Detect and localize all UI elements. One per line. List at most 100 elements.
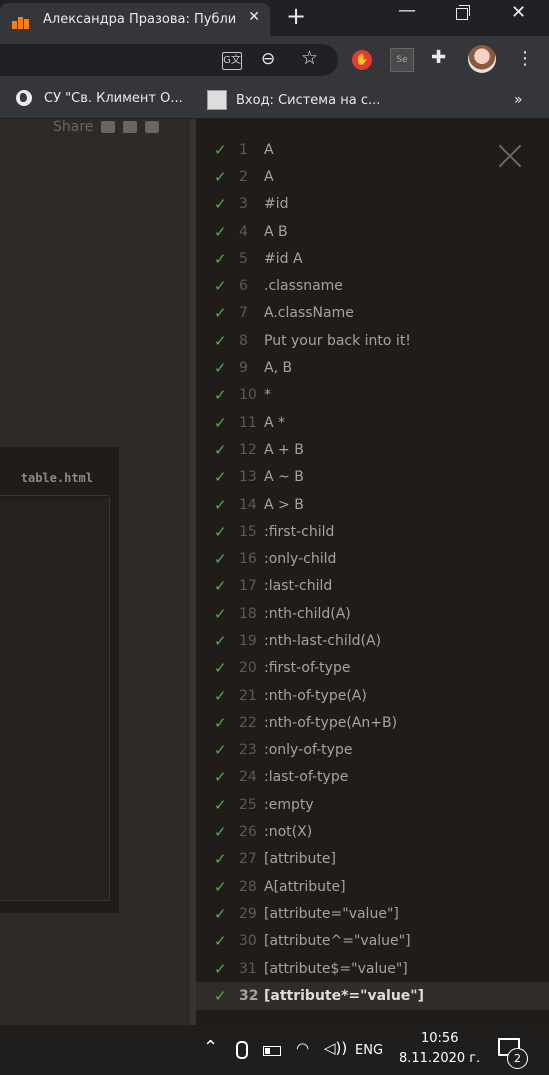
- level-item[interactable]: ✓ 17:last-child: [196, 573, 549, 600]
- editor-filename: table.html: [20, 471, 93, 485]
- level-item[interactable]: ✓ 9 A, B: [196, 354, 549, 381]
- level-item[interactable]: ✓ 3 #id: [196, 191, 549, 218]
- address-bar[interactable]: G文 ⊖ ☆: [0, 44, 338, 76]
- html-viewer: table.html: [0, 447, 119, 913]
- level-number: 16: [239, 551, 257, 568]
- minimize-button[interactable]: —: [398, 0, 416, 21]
- browser-tab[interactable]: Александра Празова: Публи ✕: [0, 3, 270, 36]
- level-item[interactable]: ✓ 20:first-of-type: [196, 655, 549, 682]
- level-number: 20: [239, 660, 257, 677]
- level-item[interactable]: ✓ 5 #id A: [196, 245, 549, 272]
- level-number: 11: [239, 414, 257, 431]
- level-item[interactable]: ✓ 7 A.className: [196, 300, 549, 327]
- level-selector: Put your back into it!: [264, 332, 411, 349]
- bookmarks-bar: СУ "Св. Климент О... Вход: Система на с.…: [0, 84, 549, 119]
- clock-date[interactable]: 8.11.2020 г.: [399, 1051, 480, 1066]
- checkmark-icon: ✓: [214, 659, 227, 678]
- level-item[interactable]: ✓ 30 [attribute^="value"]: [196, 928, 549, 955]
- checkmark-icon: ✓: [214, 522, 227, 541]
- level-item[interactable]: ✓ 29 [attribute="value"]: [196, 900, 549, 927]
- level-item[interactable]: ✓ 23:only-of-type: [196, 737, 549, 764]
- browser-toolbar: G文 ⊖ ☆ ✋ Se ✚ ⋮: [0, 36, 549, 84]
- microphone-icon[interactable]: [236, 1041, 248, 1059]
- battery-icon[interactable]: [263, 1046, 281, 1056]
- level-selector: :not(X): [264, 824, 313, 841]
- level-item[interactable]: ✓ 4 A B: [196, 218, 549, 245]
- close-tab-icon[interactable]: ✕: [248, 9, 260, 25]
- level-number: 13: [239, 469, 257, 486]
- level-item[interactable]: ✓ 15:first-child: [196, 518, 549, 545]
- level-item[interactable]: ✓ 31 [attribute$="value"]: [196, 955, 549, 982]
- editor-header: table.html: [0, 457, 109, 496]
- level-item[interactable]: ✓ 16:only-child: [196, 545, 549, 572]
- level-item[interactable]: ✓ 24:last-of-type: [196, 764, 549, 791]
- level-selector: :nth-of-type(An+B): [264, 714, 398, 731]
- level-item[interactable]: ✓ 26:not(X): [196, 818, 549, 845]
- level-number: 8: [239, 332, 248, 349]
- level-item[interactable]: ✓ 25:empty: [196, 791, 549, 818]
- speaker-icon[interactable]: ◁)): [324, 1039, 347, 1057]
- level-selector: :nth-child(A): [264, 605, 351, 622]
- level-item[interactable]: ✓ 10 *: [196, 382, 549, 409]
- more-bookmarks-icon[interactable]: »: [514, 92, 523, 108]
- level-selector: A: [264, 168, 274, 185]
- level-item[interactable]: ✓ 8 Put your back into it!: [196, 327, 549, 354]
- level-item[interactable]: ✓ 13 A ~ B: [196, 464, 549, 491]
- maximize-button[interactable]: [456, 5, 470, 20]
- browser-menu-icon[interactable]: ⋮: [516, 48, 534, 69]
- level-selector: A[attribute]: [264, 878, 346, 895]
- level-item[interactable]: ✓ 27 [attribute]: [196, 846, 549, 873]
- level-number: 6: [239, 278, 248, 295]
- zoom-icon[interactable]: ⊖: [261, 49, 275, 69]
- checkmark-icon: ✓: [214, 904, 227, 923]
- level-number: 24: [239, 769, 257, 786]
- level-item-current[interactable]: ✓ 32 [attribute*="value"]: [196, 982, 549, 1010]
- level-item[interactable]: ✓ 28 A[attribute]: [196, 873, 549, 900]
- level-number: 3: [239, 196, 248, 213]
- profile-avatar[interactable]: [468, 45, 496, 73]
- notification-count-badge: 2: [507, 1048, 528, 1069]
- facebook-icon[interactable]: [123, 121, 138, 133]
- checkmark-icon: ✓: [214, 413, 227, 432]
- checkmark-icon: ✓: [214, 249, 227, 268]
- level-item[interactable]: ✓ 2 A: [196, 163, 549, 190]
- clock-time[interactable]: 10:56: [421, 1031, 458, 1046]
- email-icon[interactable]: [101, 121, 116, 133]
- checkmark-icon: ✓: [214, 495, 227, 514]
- level-number: 9: [239, 360, 248, 377]
- checkmark-icon: ✓: [214, 550, 227, 569]
- level-item[interactable]: ✓ 1 A: [196, 136, 549, 163]
- level-number: 30: [239, 933, 257, 950]
- checkmark-icon: ✓: [214, 795, 227, 814]
- checkmark-icon: ✓: [214, 277, 227, 296]
- level-number: 23: [239, 742, 257, 759]
- new-tab-button[interactable]: +: [286, 2, 306, 30]
- extensions-puzzle-icon[interactable]: ✚: [431, 47, 446, 68]
- checkmark-icon: ✓: [214, 167, 227, 186]
- level-item[interactable]: ✓ 22:nth-of-type(An+B): [196, 709, 549, 736]
- tab-strip: Александра Празова: Публи ✕ + — ✕: [0, 0, 549, 36]
- level-number: 32: [239, 987, 259, 1004]
- level-item[interactable]: ✓ 14 A > B: [196, 491, 549, 518]
- language-indicator[interactable]: ENG: [355, 1043, 383, 1058]
- checkmark-icon: ✓: [214, 686, 227, 705]
- bookmark-item[interactable]: Вход: Система на с...: [207, 90, 380, 110]
- adblock-extension-icon[interactable]: ✋: [352, 50, 372, 70]
- level-selector: #id A: [264, 250, 303, 267]
- twitter-icon[interactable]: [145, 121, 160, 133]
- wifi-icon[interactable]: ◠: [296, 1039, 309, 1057]
- level-item[interactable]: ✓ 19:nth-last-child(A): [196, 627, 549, 654]
- show-hidden-icons-icon[interactable]: ⌃: [203, 1037, 218, 1058]
- se-extension-icon[interactable]: Se: [390, 48, 414, 72]
- bookmark-star-icon[interactable]: ☆: [301, 47, 318, 69]
- close-window-button[interactable]: ✕: [511, 2, 526, 23]
- level-selector: #id: [264, 196, 289, 213]
- share-label: Share: [53, 119, 94, 135]
- translate-icon[interactable]: G文: [222, 52, 242, 70]
- level-item[interactable]: ✓ 11 A *: [196, 409, 549, 436]
- level-item[interactable]: ✓ 18:nth-child(A): [196, 600, 549, 627]
- bookmark-item[interactable]: СУ "Св. Климент О...: [16, 90, 183, 106]
- level-item[interactable]: ✓ 12 A + B: [196, 436, 549, 463]
- level-item[interactable]: ✓ 21:nth-of-type(A): [196, 682, 549, 709]
- level-item[interactable]: ✓ 6 .classname: [196, 272, 549, 299]
